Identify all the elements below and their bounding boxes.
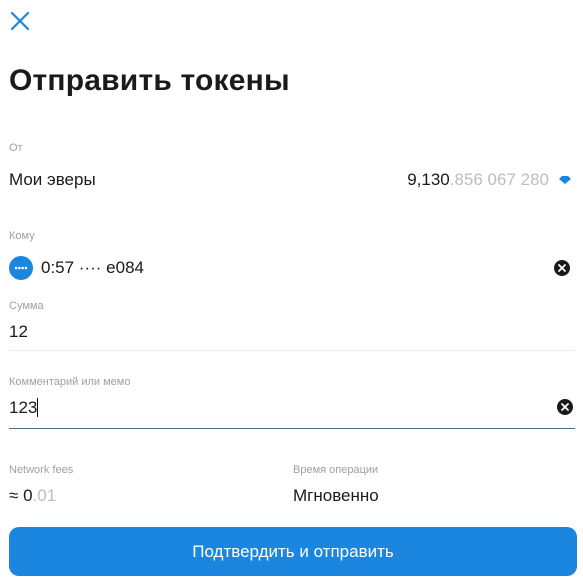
ever-token-icon <box>559 176 571 184</box>
balance: 9,130.856 067 280 <box>407 170 549 190</box>
confirm-send-label: Подтвердить и отправить <box>192 541 394 561</box>
time-value: Мгновенно <box>293 486 379 505</box>
fees-fraction: .01 <box>32 486 57 505</box>
fees-approx: ≈ <box>9 486 24 505</box>
confirm-send-button[interactable]: Подтвердить и отправить <box>9 527 577 576</box>
close-icon[interactable] <box>9 10 31 32</box>
comment-label: Комментарий или мемо <box>9 376 131 388</box>
clear-comment-icon[interactable] <box>557 399 573 415</box>
to-address[interactable]: 0:57 ···· e084 <box>41 258 144 278</box>
fees-value: ≈ 0.01 <box>9 486 56 506</box>
balance-fraction: .856 067 280 <box>449 170 549 189</box>
clear-address-icon[interactable] <box>554 260 570 276</box>
fees-label: Network fees <box>9 464 74 476</box>
from-account[interactable]: Мои эверы <box>9 170 96 190</box>
amount-input[interactable]: 12 <box>9 322 28 342</box>
page-title: Отправить токены <box>9 64 290 97</box>
fees-main: 0 <box>23 486 33 505</box>
comment-divider <box>9 428 575 429</box>
balance-main: 9,130 <box>407 170 450 189</box>
address-avatar-icon <box>9 256 33 280</box>
time-label: Время операции <box>293 464 379 476</box>
text-caret <box>37 398 38 417</box>
from-label: От <box>9 142 23 154</box>
amount-divider <box>9 350 575 351</box>
amount-label: Сумма <box>9 300 44 312</box>
to-label: Кому <box>9 230 35 242</box>
comment-input[interactable]: 123 <box>9 398 37 418</box>
